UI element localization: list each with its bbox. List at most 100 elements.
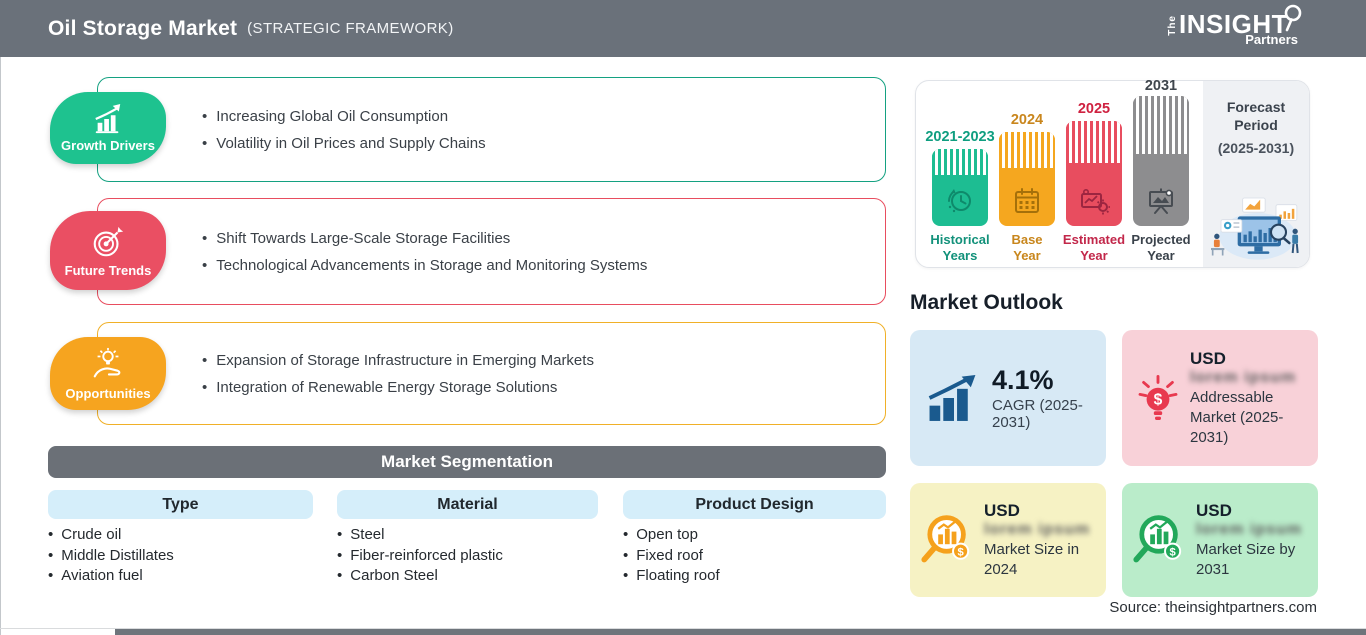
forecast-line: Forecast <box>1226 99 1286 115</box>
list-item: Middle Distillates <box>48 546 174 567</box>
bar-stripes <box>1066 121 1122 163</box>
market-size-2024-card: $ USD lorem ipsum Market Size in 2024 <box>910 483 1106 597</box>
growth-chart-icon <box>95 103 121 134</box>
currency-label: USD <box>1196 500 1232 520</box>
list-item: Floating roof <box>623 566 719 587</box>
addressable-market-text: USD lorem ipsum Addressable Market (2025… <box>1190 349 1308 448</box>
forecast-line: Period <box>1234 117 1278 133</box>
projection-screen-icon <box>1149 188 1173 214</box>
segment-header-label: Type <box>162 495 199 513</box>
svg-text:$: $ <box>1154 392 1163 409</box>
segment-list-material: Steel Fiber-reinforced plastic Carbon St… <box>337 525 503 587</box>
opportunities-list: Expansion of Storage Infrastructure in E… <box>98 323 885 424</box>
segment-list-product-design: Open top Fixed roof Floating roof <box>623 525 720 587</box>
forecast-range: (2025-2031) <box>1217 140 1295 156</box>
forecast-period-panel: Forecast Period (2025-2031) <box>1203 81 1309 267</box>
market-size-2031-card: $ USD lorem ipsum Market Size by 2031 <box>1122 483 1318 597</box>
growth-drivers-box: Increasing Global Oil Consumption Volati… <box>97 77 886 182</box>
segmentation-title: Market Segmentation <box>381 452 553 471</box>
analysts-illustration <box>1211 197 1299 260</box>
logo-main: INSIGHT Partners <box>1179 4 1310 47</box>
list-item: Fiber-reinforced plastic <box>337 546 503 567</box>
year-label: 2021-2023 <box>925 129 995 145</box>
bar-stripes <box>999 132 1055 168</box>
page-title: Oil Storage Market <box>48 16 238 40</box>
future-trends-badge: Future Trends <box>50 211 166 290</box>
segment-header-material: Material <box>337 490 598 519</box>
card-label: Market Size by 2031 <box>1196 540 1296 578</box>
opportunities-badge: Opportunities <box>50 337 166 410</box>
magnifier-chart-icon-orange: $ <box>920 512 976 568</box>
market-size-2024-text: USD lorem ipsum Market Size in 2024 <box>984 501 1102 580</box>
currency-label: USD <box>1190 348 1226 368</box>
list-item: Crude oil <box>48 525 174 546</box>
year-label: 2025 <box>1077 101 1111 117</box>
header-bar: Oil Storage Market (STRATEGIC FRAMEWORK)… <box>0 0 1366 57</box>
insight-partners-logo: The INSIGHT Partners <box>1167 4 1310 47</box>
bullet-item: Expansion of Storage Infrastructure in E… <box>202 352 885 369</box>
list-item: Aviation fuel <box>48 566 174 587</box>
logo-row: INSIGHT <box>1179 4 1310 39</box>
badge-label: Future Trends <box>64 262 152 278</box>
card-label: Addressable Market (2025-2031) <box>1190 388 1284 446</box>
market-outlook-title: Market Outlook <box>910 291 1063 314</box>
svg-text:$: $ <box>957 546 964 558</box>
growth-drivers-badge: Growth Drivers <box>50 92 166 164</box>
redacted-value: lorem ipsum <box>984 520 1091 538</box>
target-icon <box>93 226 124 256</box>
opportunities-box: Expansion of Storage Infrastructure in E… <box>97 322 886 425</box>
bullet-item: Volatility in Oil Prices and Supply Chai… <box>202 135 885 152</box>
segment-list-type: Crude oil Middle Distillates Aviation fu… <box>48 525 174 587</box>
segment-header-label: Material <box>437 495 498 513</box>
cagr-card: 4.1% CAGR (2025-2031) <box>910 330 1106 466</box>
bullet-item: Integration of Renewable Energy Storage … <box>202 379 885 396</box>
magnifier-chart-icon-green: $ <box>1132 512 1188 568</box>
redacted-value: lorem ipsum <box>1190 368 1297 386</box>
timeline-panel: 2021-2023 2024 2025 2031 Historical Year… <box>915 78 1310 268</box>
history-clock-icon <box>948 189 971 213</box>
growth-drivers-list: Increasing Global Oil Consumption Volati… <box>98 78 885 181</box>
market-size-2031-text: USD lorem ipsum Market Size by 2031 <box>1196 501 1314 580</box>
bar-caption: Projected Year <box>1122 232 1200 264</box>
card-label: Market Size in 2024 <box>984 540 1080 578</box>
historical-years-bar <box>932 149 988 226</box>
infographic-page: Oil Storage Market (STRATEGIC FRAMEWORK)… <box>0 0 1366 635</box>
estimated-year-bar <box>1066 121 1122 226</box>
future-trends-list: Shift Towards Large-Scale Storage Facili… <box>98 199 885 304</box>
currency-label: USD <box>984 500 1020 520</box>
list-item: Open top <box>623 525 720 546</box>
bullet-item: Technological Advancements in Storage an… <box>202 257 885 274</box>
logo-the-text: The <box>1167 14 1179 36</box>
caption-line: Year <box>1147 248 1175 263</box>
segmentation-title-bar: Market Segmentation <box>48 446 886 478</box>
svg-text:$: $ <box>1169 546 1176 558</box>
magnifier-icon <box>1284 4 1302 31</box>
bulb-hand-icon <box>93 347 121 377</box>
cagr-growth-icon <box>928 375 980 421</box>
page-subtitle: (STRATEGIC FRAMEWORK) <box>247 20 454 37</box>
left-edge-divider <box>0 57 1 635</box>
calendar-icon <box>1015 188 1039 213</box>
source-attribution: Source: theinsightpartners.com <box>1109 599 1317 616</box>
badge-label: Opportunities <box>65 385 151 401</box>
list-item: Carbon Steel <box>337 566 503 587</box>
list-item: Fixed roof <box>623 546 720 567</box>
future-trends-box: Shift Towards Large-Scale Storage Facili… <box>97 198 886 305</box>
list-item: Steel <box>337 525 503 546</box>
base-year-bar <box>999 132 1055 226</box>
badge-label: Growth Drivers <box>61 138 155 153</box>
estimate-analytics-icon <box>1081 189 1110 215</box>
cagr-label: CAGR (2025-2031) <box>992 397 1083 431</box>
cagr-value: 4.1% <box>992 365 1054 395</box>
segment-header-label: Product Design <box>695 495 814 513</box>
cagr-text: 4.1% CAGR (2025-2031) <box>992 365 1106 431</box>
bottom-bar <box>115 629 1366 635</box>
bar-stripes <box>932 149 988 175</box>
caption-line: Projected <box>1131 232 1191 247</box>
bullet-item: Shift Towards Large-Scale Storage Facili… <box>202 230 885 247</box>
addressable-market-card: $ USD lorem ipsum Addressable Market (20… <box>1122 330 1318 466</box>
dollar-bulb-icon: $ <box>1134 369 1182 427</box>
bar-stripes <box>1133 96 1189 154</box>
segment-header-type: Type <box>48 490 313 519</box>
year-label: 2031 <box>1144 78 1178 94</box>
